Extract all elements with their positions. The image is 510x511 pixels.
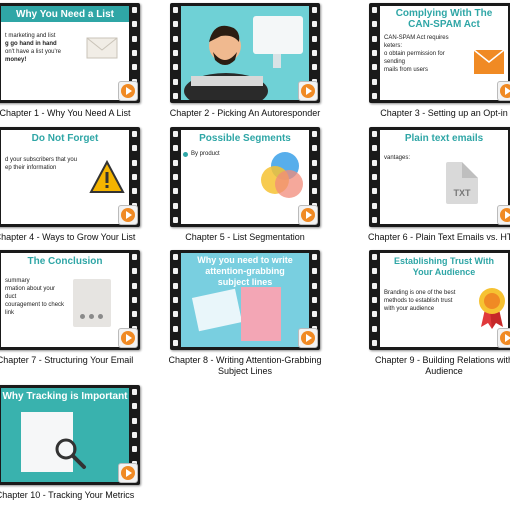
- slide-preview: Why you need to write attention-grabbing…: [181, 253, 309, 347]
- slide-title: Why you need to write attention-grabbing…: [197, 255, 293, 287]
- slide-preview: Do Not Forget d your subscribers that yo…: [1, 130, 129, 224]
- video-thumbnail[interactable]: Do Not Forget d your subscribers that yo…: [0, 127, 140, 227]
- slide-preview: Why Tracking is Important: [1, 388, 129, 482]
- video-tile[interactable]: Establishing Trust With Your Audience Br…: [369, 250, 510, 376]
- slide-preview: Possible Segments By product: [181, 130, 309, 224]
- video-tile[interactable]: Do Not Forget d your subscribers that yo…: [0, 127, 150, 242]
- video-tile[interactable]: Plain text emails vantages: TXT Chapter …: [368, 127, 510, 242]
- play-icon: [505, 211, 510, 219]
- video-caption: Chapter 3 - Setting up an Opt-in: [380, 108, 508, 118]
- slide-preview: Plain text emails vantages: TXT: [380, 130, 508, 224]
- play-icon: [306, 334, 312, 342]
- slide-preview: Establishing Trust With Your Audience Br…: [380, 253, 508, 347]
- slide-title: Plain text emails: [404, 133, 484, 144]
- slide-preview: Complying With The CAN-SPAM Act CAN-SPAM…: [380, 6, 508, 100]
- slide-title: Why You Need a List: [16, 9, 114, 20]
- slide-preview: The Conclusion summary rmation about you…: [1, 253, 129, 347]
- video-caption: Chapter 7 - Structuring Your Email: [0, 355, 134, 365]
- magnifier-icon: [55, 438, 86, 469]
- award-ribbon-icon: [479, 288, 505, 329]
- video-thumbnail[interactable]: Establishing Trust With Your Audience Br…: [369, 250, 510, 350]
- play-icon: [306, 87, 312, 95]
- slide-preview: [181, 6, 309, 100]
- play-icon: [126, 334, 132, 342]
- video-caption: Chapter 1 - Why You Need A List: [0, 108, 131, 118]
- video-thumbnail[interactable]: Complying With The CAN-SPAM Act CAN-SPAM…: [369, 3, 510, 103]
- slide-title: The Conclusion: [27, 256, 103, 267]
- video-caption: Chapter 5 - List Segmentation: [185, 232, 305, 242]
- video-caption: Chapter 8 - Writing Attention-Grabbing S…: [168, 355, 322, 376]
- video-tile[interactable]: The Conclusion summary rmation about you…: [0, 250, 150, 365]
- play-button[interactable]: [118, 328, 138, 348]
- play-icon: [126, 469, 132, 477]
- video-caption: Chapter 2 - Picking An Autoresponder: [169, 108, 321, 118]
- play-button[interactable]: [497, 81, 510, 101]
- play-icon: [306, 211, 312, 219]
- video-tile[interactable]: Complying With The CAN-SPAM Act CAN-SPAM…: [369, 3, 510, 118]
- video-caption: Chapter 4 - Ways to Grow Your List: [0, 232, 136, 242]
- envelope-icon: [86, 37, 118, 59]
- venn-icon: [261, 152, 303, 198]
- play-icon: [126, 211, 132, 219]
- video-thumbnail[interactable]: Why Tracking is Important: [0, 385, 140, 485]
- video-tile[interactable]: Chapter 2 - Picking An Autoresponder: [170, 3, 330, 118]
- video-caption: Chapter 10 - Tracking Your Metrics: [0, 490, 135, 500]
- txt-file-icon: TXT: [446, 162, 478, 204]
- play-icon: [505, 87, 510, 95]
- slide-title: Possible Segments: [199, 133, 291, 144]
- video-thumbnail[interactable]: The Conclusion summary rmation about you…: [0, 250, 140, 350]
- play-button[interactable]: [298, 328, 318, 348]
- video-caption: Chapter 9 - Building Relations with Audi…: [374, 355, 510, 376]
- video-caption: Chapter 6 - Plain Text Emails vs. HTM: [368, 232, 510, 242]
- slide-preview: Why You Need a List t marketing and list…: [1, 6, 129, 100]
- play-button[interactable]: [118, 205, 138, 225]
- document-icon: [73, 279, 111, 327]
- video-tile[interactable]: Possible Segments By product Chapter 5 -…: [170, 127, 330, 242]
- play-button[interactable]: [497, 328, 510, 348]
- person-at-computer-illustration: [184, 16, 303, 100]
- video-tile[interactable]: Why Tracking is Important Chapter 10 - T…: [0, 385, 150, 500]
- play-icon: [126, 87, 132, 95]
- video-thumbnail[interactable]: Why you need to write attention-grabbing…: [170, 250, 320, 350]
- warning-icon: [89, 160, 125, 193]
- play-button[interactable]: [118, 81, 138, 101]
- slide-title: Establishing Trust With Your Audience: [394, 256, 494, 277]
- slide-title: Do Not Forget: [31, 133, 99, 144]
- papers-illustration: [191, 288, 243, 332]
- play-button[interactable]: [298, 205, 318, 225]
- video-tile[interactable]: Why you need to write attention-grabbing…: [169, 250, 330, 376]
- slide-title: Complying With The CAN-SPAM Act: [395, 8, 493, 30]
- video-thumbnail[interactable]: Plain text emails vantages: TXT: [369, 127, 510, 227]
- video-thumbnail[interactable]: [170, 3, 320, 103]
- video-thumbnail[interactable]: Possible Segments By product: [170, 127, 320, 227]
- play-button[interactable]: [118, 463, 138, 483]
- play-button[interactable]: [497, 205, 510, 225]
- video-thumbnail[interactable]: Why You Need a List t marketing and list…: [0, 3, 140, 103]
- envelope-icon: [473, 49, 505, 74]
- video-tile[interactable]: Why You Need a List t marketing and list…: [0, 3, 150, 118]
- play-button[interactable]: [298, 81, 318, 101]
- slide-title: Why Tracking is Important: [2, 391, 128, 402]
- play-icon: [505, 334, 510, 342]
